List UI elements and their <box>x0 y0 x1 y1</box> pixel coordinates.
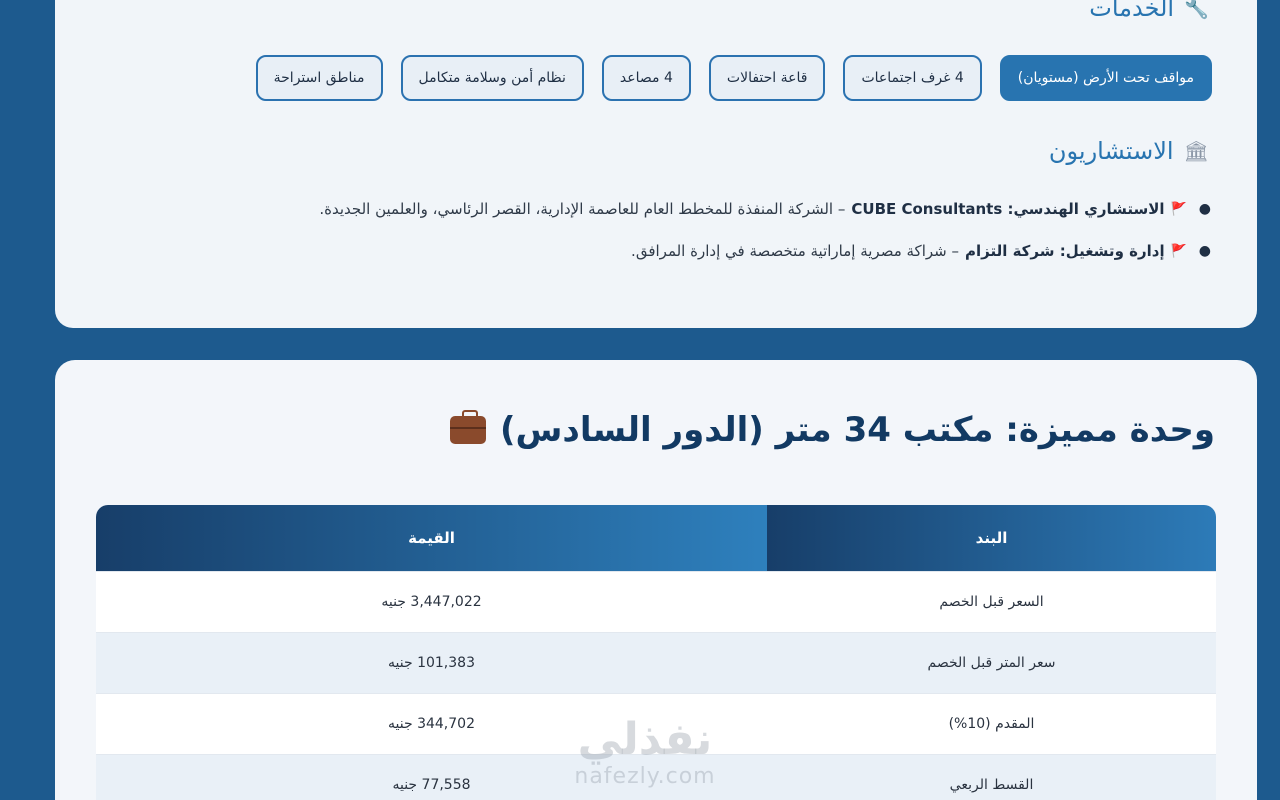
table-row: القسط الربعي 77,558 جنيه <box>96 754 1216 800</box>
price-table: البند القيمة السعر قبل الخصم 3,447,022 ج… <box>96 505 1216 800</box>
row-value: 101,383 جنيه <box>388 655 475 671</box>
service-tag-parking[interactable]: مواقف تحت الأرض (مستويان) <box>999 55 1212 101</box>
wrench-icon: 🔧 <box>1184 0 1209 20</box>
consultants-heading: 🏛 الاستشاريون <box>1049 137 1209 165</box>
consultant-text: – شراكة مصرية إماراتية متخصصة في إدارة ا… <box>631 242 959 260</box>
consultant-label: إدارة وتشغيل: شركة التزام <box>964 242 1165 260</box>
list-item: ● 🚩 الاستشاري الهندسي: CUBE Consultants … <box>319 198 1211 220</box>
service-tag-security[interactable]: نظام أمن وسلامة متكامل <box>400 55 584 101</box>
list-item: ● 🚩 إدارة وتشغيل: شركة التزام – شراكة مص… <box>319 240 1211 262</box>
bullet-dot: ● <box>1198 201 1211 217</box>
table-row: السعر قبل الخصم 3,447,022 جنيه <box>96 571 1216 632</box>
services-title: الخدمات <box>1089 0 1175 22</box>
bank-building-icon: 🏛 <box>1183 139 1209 163</box>
row-value: 77,558 جنيه <box>392 777 471 793</box>
unit-title: وحدة مميزة: مكتب 34 متر (الدور السادس) <box>499 410 1215 450</box>
table-row: المقدم (10%) 344,702 جنيه <box>96 693 1216 754</box>
bullet-dot: ● <box>1198 243 1211 259</box>
construction-flag-icon: 🚩 <box>1170 201 1187 217</box>
header-item: البند <box>767 505 1216 571</box>
row-item: سعر المتر قبل الخصم <box>927 655 1056 671</box>
briefcase-icon <box>449 410 486 444</box>
service-tag-rest-areas[interactable]: مناطق استراحة <box>255 55 383 101</box>
row-value: 3,447,022 جنيه <box>381 594 482 610</box>
row-item: السعر قبل الخصم <box>939 594 1044 610</box>
service-tag-meeting-rooms[interactable]: 4 غرف اجتماعات <box>843 55 982 101</box>
consultants-list: ● 🚩 الاستشاري الهندسي: CUBE Consultants … <box>319 198 1211 282</box>
services-card: 🔧 الخدمات مواقف تحت الأرض (مستويان) 4 غر… <box>55 0 1257 328</box>
services-heading: 🔧 الخدمات <box>1089 0 1209 22</box>
row-item: القسط الربعي <box>949 777 1034 793</box>
row-value: 344,702 جنيه <box>388 716 475 732</box>
service-tag-ballroom[interactable]: قاعة احتفالات <box>708 55 826 101</box>
row-item: المقدم (10%) <box>948 716 1035 732</box>
consultant-label: الاستشاري الهندسي: CUBE Consultants <box>851 200 1165 218</box>
consultant-text: – الشركة المنفذة للمخطط العام للعاصمة ال… <box>319 200 846 218</box>
table-header: البند القيمة <box>96 505 1216 571</box>
service-tag-elevators[interactable]: 4 مصاعد <box>601 55 691 101</box>
consultants-title: الاستشاريون <box>1048 137 1174 165</box>
construction-flag-icon: 🚩 <box>1170 243 1187 259</box>
services-tags: مواقف تحت الأرض (مستويان) 4 غرف اجتماعات… <box>255 55 1212 101</box>
unit-heading: وحدة مميزة: مكتب 34 متر (الدور السادس) <box>449 410 1215 450</box>
table-row: سعر المتر قبل الخصم 101,383 جنيه <box>96 632 1216 693</box>
unit-card: وحدة مميزة: مكتب 34 متر (الدور السادس) ا… <box>55 360 1257 800</box>
header-value: القيمة <box>96 505 767 571</box>
